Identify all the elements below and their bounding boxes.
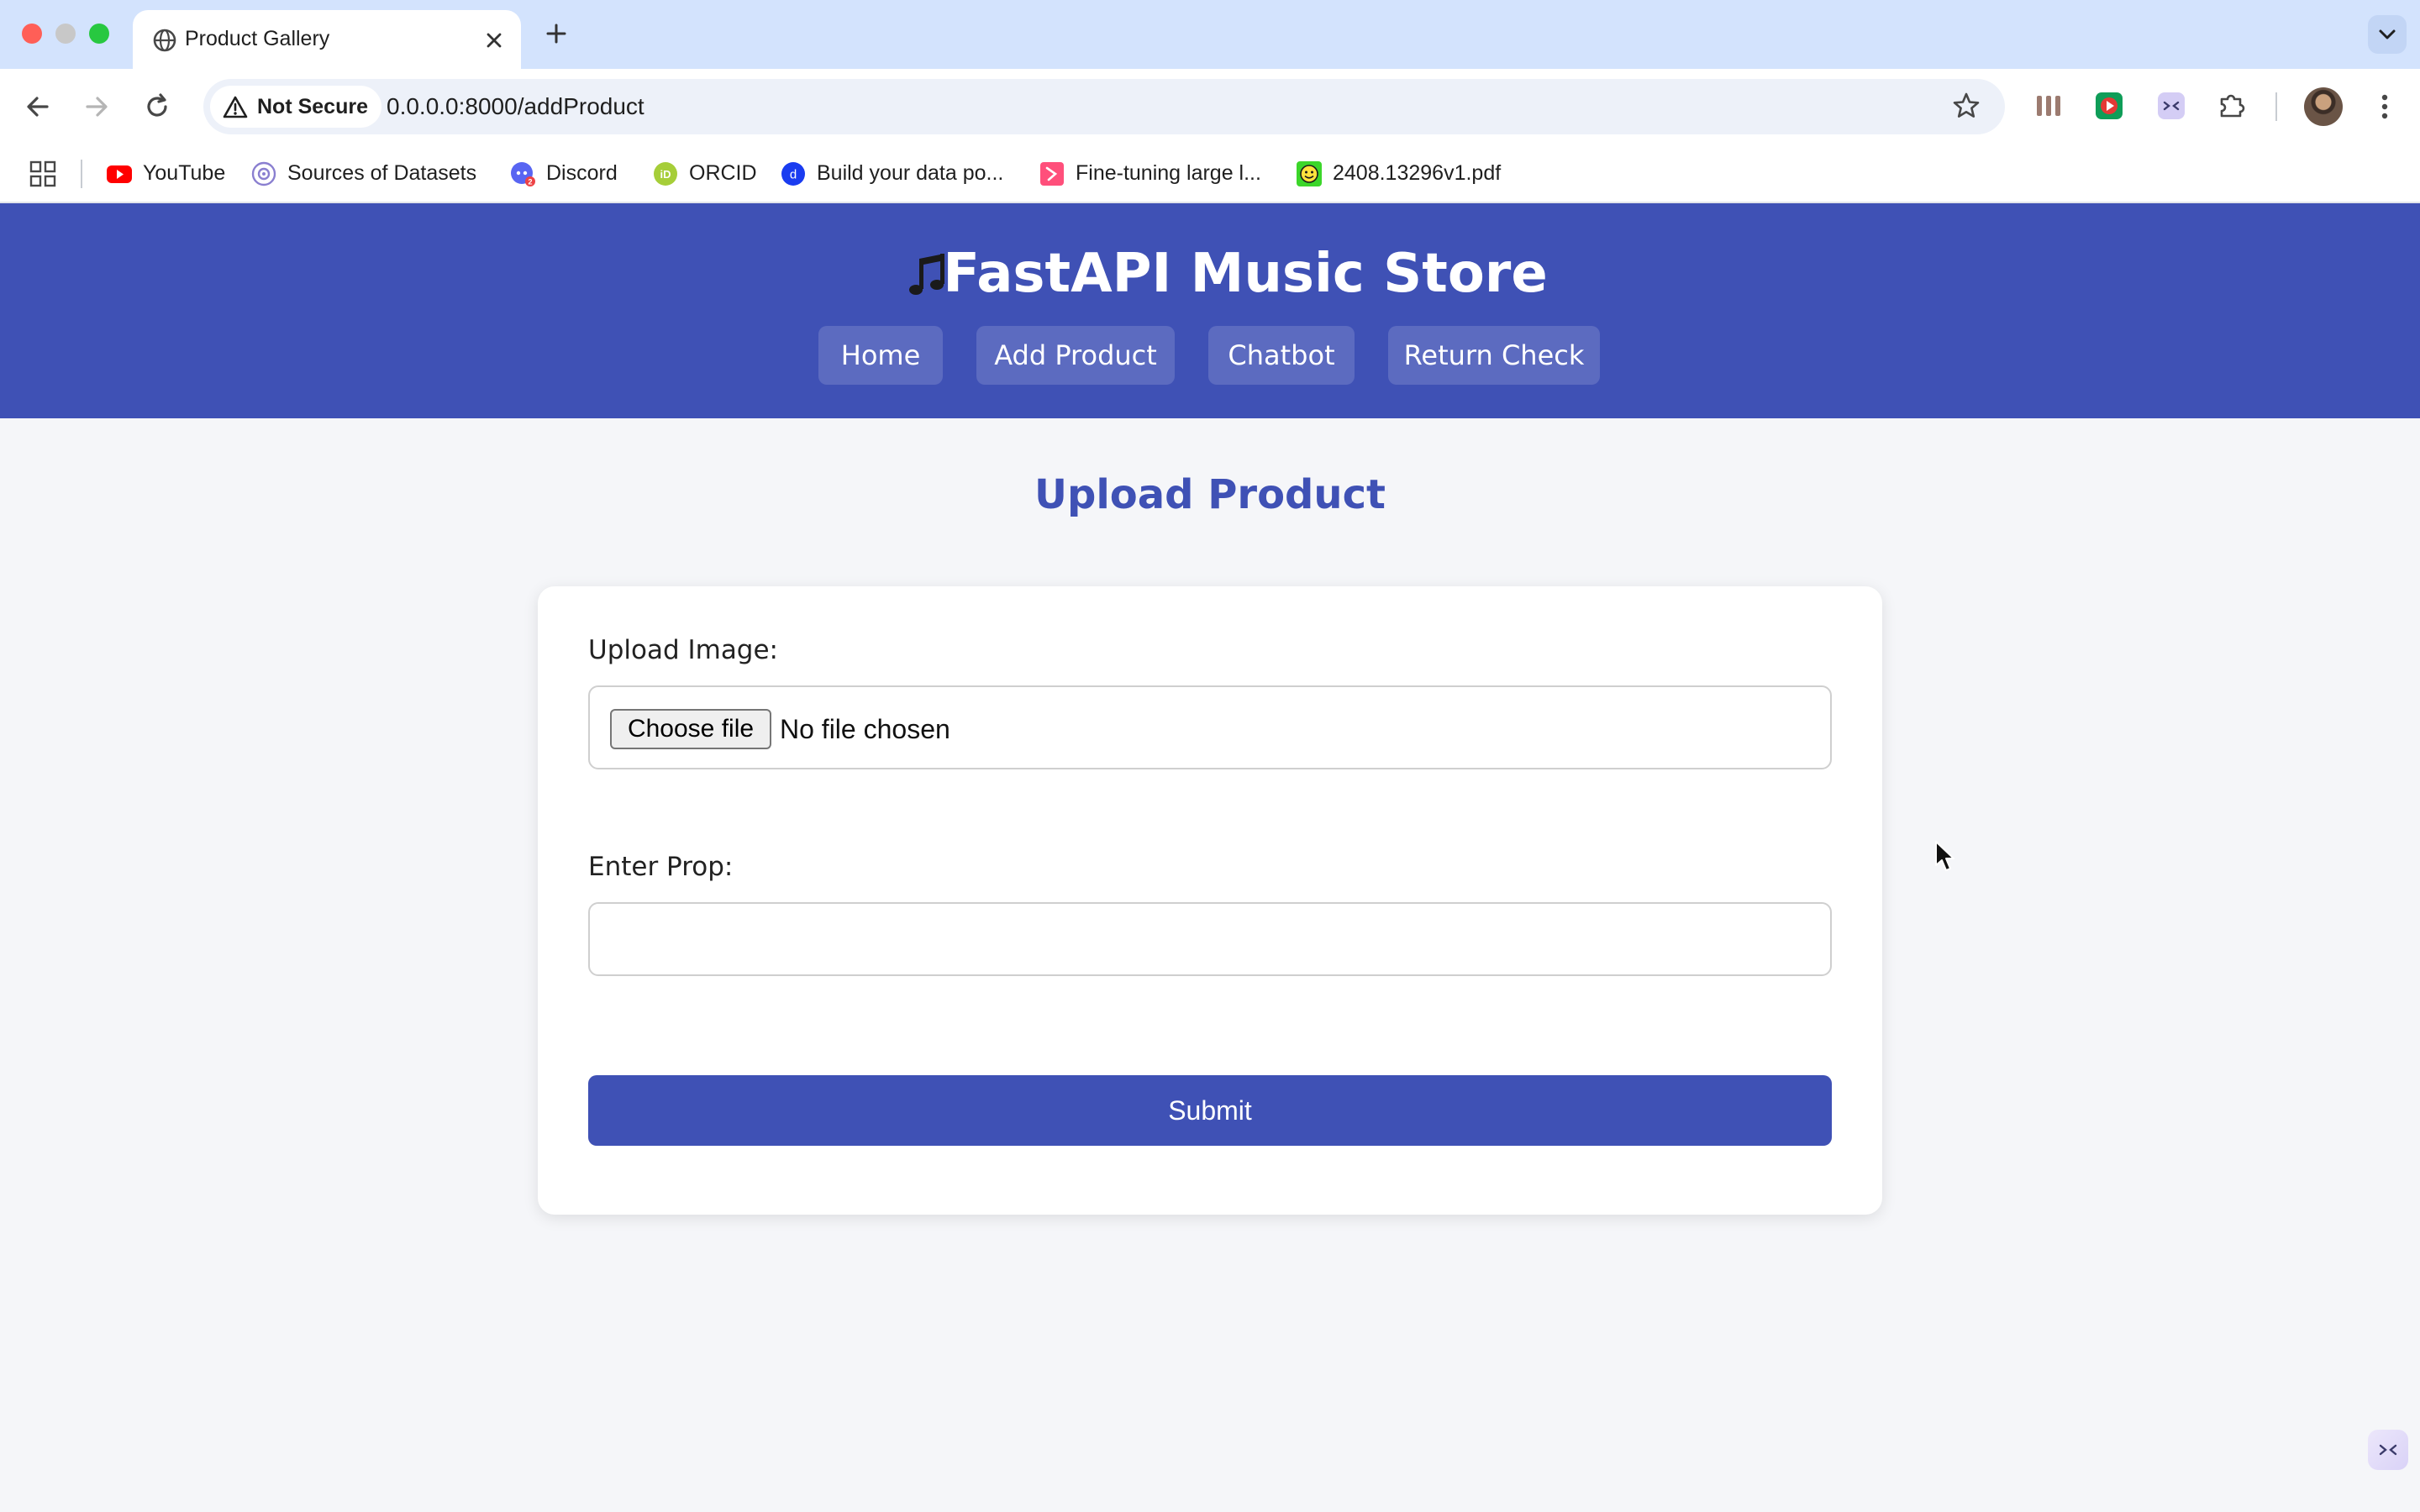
upload-image-label: Upload Image:: [588, 635, 779, 665]
toolbar-divider: [2275, 92, 2277, 121]
reload-icon[interactable]: [136, 86, 178, 128]
assistant-icon: [2379, 1444, 2397, 1456]
site-header: FastAPI Music Store Home Add Product Cha…: [0, 203, 2420, 418]
enter-prop-label: Enter Prop:: [588, 852, 734, 882]
browser-toolbar: Not Secure 0.0.0.0:8000/addProduct: [0, 69, 2420, 144]
nav-return-check-link[interactable]: Return Check: [1388, 326, 1600, 385]
upload-product-form: Upload Image: Choose file No file chosen…: [538, 586, 1882, 1215]
file-status-text: No file chosen: [780, 714, 950, 744]
discord-icon: 2: [511, 162, 535, 186]
assistant-extension-icon[interactable]: [2153, 87, 2190, 124]
profile-avatar[interactable]: [2304, 87, 2343, 126]
svg-text:iD: iD: [660, 168, 671, 181]
globe-icon: [153, 29, 176, 52]
bookmark-label: Sources of Datasets: [287, 161, 477, 185]
youtube-icon: [107, 165, 132, 183]
warning-icon: [223, 96, 248, 118]
svg-text:d: d: [790, 168, 797, 182]
submit-button[interactable]: Submit: [588, 1075, 1832, 1146]
pdf-smiley-icon: [1297, 161, 1322, 186]
mouse-cursor-icon: [1935, 841, 1954, 871]
page-title: Upload Product: [1034, 471, 1386, 518]
bookmark-label: Fine-tuning large l...: [1076, 161, 1261, 185]
site-title: FastAPI Music Store: [0, 239, 2420, 309]
svg-text:2: 2: [528, 178, 532, 186]
security-label: Not Secure: [257, 95, 368, 118]
browser-tab-strip: Product Gallery: [0, 0, 2420, 69]
choose-file-button[interactable]: Choose file: [610, 709, 771, 749]
nav-chatbot-link[interactable]: Chatbot: [1208, 326, 1355, 385]
browser-tab-active[interactable]: Product Gallery: [133, 10, 521, 69]
prop-input[interactable]: [588, 902, 1832, 976]
url-text[interactable]: 0.0.0.0:8000/addProduct: [387, 92, 644, 122]
nav-add-product-link[interactable]: Add Product: [976, 326, 1175, 385]
minimize-window-button[interactable]: [55, 24, 76, 44]
more-menu-icon[interactable]: [2368, 89, 2402, 124]
close-window-button[interactable]: [22, 24, 42, 44]
datasets-icon: [251, 161, 276, 186]
assistant-floating-button[interactable]: [2368, 1430, 2408, 1470]
maximize-window-button[interactable]: [89, 24, 109, 44]
puzzle-extensions-icon[interactable]: [2213, 87, 2250, 124]
new-tab-icon[interactable]: [539, 17, 573, 50]
bookmark-label: YouTube: [143, 161, 226, 185]
forward-arrow-icon[interactable]: [76, 86, 118, 128]
bookmark-label: 2408.13296v1.pdf: [1333, 161, 1502, 185]
chevron-down-icon: [2379, 29, 2396, 39]
site-title-text: FastAPI Music Store: [943, 243, 1548, 305]
ruler-extension-icon[interactable]: [2030, 87, 2067, 124]
image-file-input[interactable]: Choose file No file chosen: [588, 685, 1832, 769]
close-tab-icon[interactable]: [479, 25, 509, 55]
site-security-chip[interactable]: Not Secure: [210, 86, 381, 128]
bookmark-label: Build your data po...: [817, 161, 1004, 185]
back-arrow-icon[interactable]: [17, 86, 59, 128]
fine-tuning-icon: [1040, 162, 1064, 186]
address-bar[interactable]: Not Secure 0.0.0.0:8000/addProduct: [203, 79, 2005, 134]
nav-home-link[interactable]: Home: [818, 326, 943, 385]
orcid-icon: iD: [654, 162, 677, 186]
bookmarks-divider: [81, 160, 82, 188]
tab-search-button[interactable]: [2368, 15, 2407, 54]
bookmark-label: ORCID: [689, 161, 757, 185]
bookmark-label: Discord: [546, 161, 618, 185]
data-portal-icon: d: [781, 162, 805, 186]
tab-title: Product Gallery: [185, 27, 330, 50]
bookmarks-bar: YouTube Sources of Datasets 2 Discord iD…: [0, 144, 2420, 203]
bookmark-star-icon[interactable]: [1949, 89, 1983, 123]
video-extension-icon[interactable]: [2091, 87, 2128, 124]
apps-grid-icon[interactable]: [29, 160, 57, 188]
